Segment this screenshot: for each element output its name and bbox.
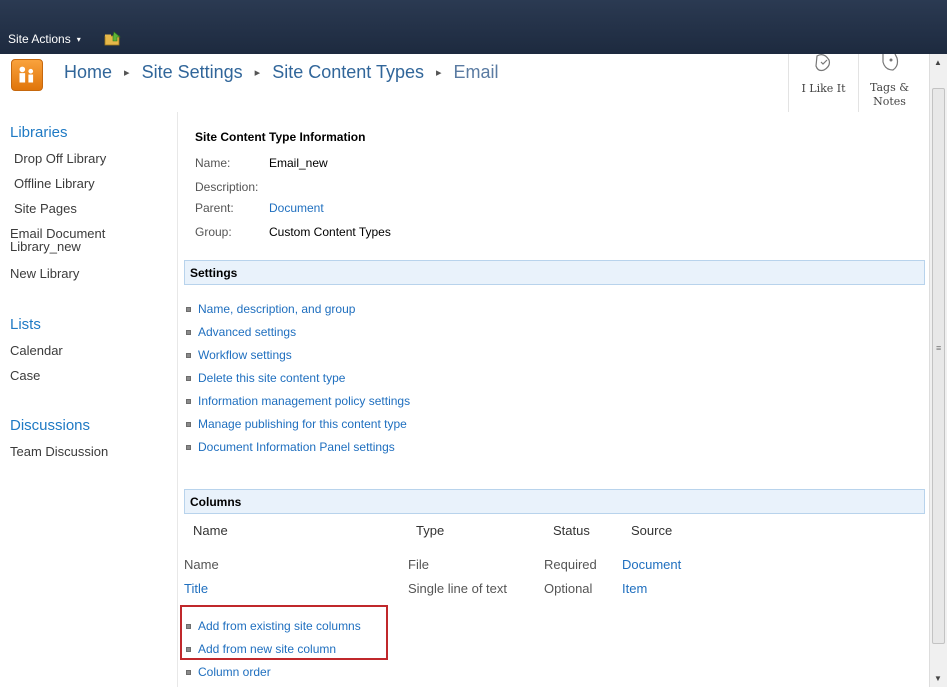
add-from-existing-site-columns-link[interactable]: Add from existing site columns: [186, 619, 361, 633]
tags-notes-label: Tags & Notes: [859, 81, 920, 109]
table-cell-source-link[interactable]: Document: [622, 557, 681, 572]
settings-link-information-policy[interactable]: Information management policy settings: [186, 394, 410, 408]
settings-link-label: Information management policy settings: [198, 394, 411, 408]
breadcrumb-site-content-types[interactable]: Site Content Types: [272, 62, 424, 82]
bullet-icon: [186, 421, 191, 427]
bullet-icon: [186, 623, 191, 629]
bullet-icon: [186, 329, 191, 335]
column-header-name: Name: [193, 523, 228, 538]
table-cell-name: Name: [184, 557, 219, 572]
vertical-scrollbar[interactable]: ▲ ≡ ▼: [929, 54, 947, 687]
breadcrumb-separator-icon: ▸: [435, 67, 442, 79]
name-label: Name:: [195, 156, 231, 170]
tags-notes-button[interactable]: Tags & Notes: [858, 54, 920, 112]
column-action-label: Column order: [198, 665, 271, 679]
settings-section-header: Settings: [184, 260, 925, 285]
nav-item-offline-library[interactable]: Offline Library: [14, 177, 95, 190]
i-like-it-button[interactable]: I Like It: [788, 54, 858, 112]
settings-link-label: Name, description, and group: [198, 302, 356, 316]
group-label: Group:: [195, 225, 232, 239]
settings-link-workflow[interactable]: Workflow settings: [186, 348, 292, 362]
scrollbar-thumb[interactable]: ≡: [932, 88, 945, 644]
nav-divider: [177, 112, 178, 687]
quick-launch: Libraries Drop Off Library Offline Libra…: [0, 112, 178, 687]
scroll-grip-icon: ≡: [936, 343, 942, 353]
table-cell-type: Single line of text: [408, 581, 508, 596]
table-cell-status: Required: [544, 557, 597, 572]
nav-item-team-discussion[interactable]: Team Discussion: [10, 445, 108, 458]
settings-link-label: Document Information Panel settings: [198, 440, 395, 454]
breadcrumb-home[interactable]: Home: [64, 62, 112, 82]
folder-up-arrow-icon[interactable]: [104, 31, 122, 46]
add-from-new-site-column-link[interactable]: Add from new site column: [186, 642, 336, 656]
breadcrumb: Home ▸ Site Settings ▸ Site Content Type…: [64, 62, 499, 83]
column-header-source: Source: [631, 523, 673, 538]
site-actions-label: Site Actions: [8, 32, 71, 46]
name-value: Email_new: [269, 156, 328, 170]
column-action-label: Add from new site column: [198, 642, 337, 656]
nav-item-calendar[interactable]: Calendar: [10, 344, 63, 357]
info-title: Site Content Type Information: [195, 130, 366, 144]
nav-heading-discussions[interactable]: Discussions: [10, 417, 90, 434]
bullet-icon: [186, 352, 191, 358]
nav-item-case[interactable]: Case: [10, 369, 40, 382]
site-actions-menu[interactable]: Site Actions ▾: [8, 32, 81, 46]
column-header-type: Type: [416, 523, 445, 538]
table-cell-name-link[interactable]: Title: [184, 581, 208, 596]
breadcrumb-separator-icon: ▸: [124, 67, 130, 79]
bullet-icon: [186, 398, 191, 404]
i-like-it-label: I Like It: [801, 82, 846, 95]
scroll-up-icon[interactable]: ▲: [934, 58, 942, 67]
scroll-down-icon[interactable]: ▼: [934, 674, 942, 683]
nav-item-email-document-line2: Library_new: [10, 239, 81, 254]
nav-item-drop-off-library[interactable]: Drop Off Library: [14, 152, 106, 165]
bullet-icon: [186, 444, 191, 450]
columns-section-header: Columns: [184, 489, 925, 514]
bullet-icon: [186, 375, 191, 381]
parent-label: Parent:: [195, 201, 234, 215]
top-bar: Site Actions ▾: [0, 0, 947, 54]
nav-item-email-document-library[interactable]: Email Document Library_new: [10, 227, 105, 253]
column-order-link[interactable]: Column order: [186, 665, 271, 679]
breadcrumb-separator-icon: ▸: [254, 67, 261, 79]
table-cell-status: Optional: [544, 581, 593, 596]
breadcrumb-site-settings[interactable]: Site Settings: [142, 62, 243, 82]
chevron-down-icon: ▾: [76, 34, 81, 44]
people-icon: [19, 66, 34, 83]
column-action-label: Add from existing site columns: [198, 619, 361, 633]
tags-notes-label-line2: Notes: [873, 95, 906, 108]
nav-heading-libraries[interactable]: Libraries: [10, 124, 68, 141]
parent-link[interactable]: Document: [269, 201, 324, 215]
settings-link-manage-publishing[interactable]: Manage publishing for this content type: [186, 417, 407, 431]
site-logo[interactable]: [11, 59, 43, 91]
breadcrumb-current: Email: [453, 62, 499, 82]
nav-item-new-library[interactable]: New Library: [10, 267, 79, 280]
table-cell-type: File: [408, 557, 429, 572]
thumbs-up-icon: [814, 54, 830, 72]
settings-link-label: Delete this site content type: [198, 371, 346, 385]
column-header-status: Status: [553, 523, 590, 538]
tags-notes-label-line1: Tags &: [869, 81, 909, 94]
settings-link-document-information-panel[interactable]: Document Information Panel settings: [186, 440, 395, 454]
settings-link-label: Workflow settings: [198, 348, 292, 362]
bullet-icon: [186, 669, 191, 675]
settings-link-label: Manage publishing for this content type: [198, 417, 407, 431]
nav-item-site-pages[interactable]: Site Pages: [14, 202, 77, 215]
bullet-icon: [186, 306, 191, 312]
title-area: Home ▸ Site Settings ▸ Site Content Type…: [0, 54, 929, 112]
settings-link-advanced[interactable]: Advanced settings: [186, 325, 296, 339]
tag-icon: [881, 54, 898, 71]
nav-heading-lists[interactable]: Lists: [10, 316, 41, 333]
bullet-icon: [186, 646, 191, 652]
description-label: Description:: [195, 180, 259, 194]
settings-link-name-description-group[interactable]: Name, description, and group: [186, 302, 355, 316]
settings-link-label: Advanced settings: [198, 325, 297, 339]
table-cell-source-link[interactable]: Item: [622, 581, 647, 596]
settings-link-delete[interactable]: Delete this site content type: [186, 371, 345, 385]
group-value: Custom Content Types: [269, 225, 391, 239]
